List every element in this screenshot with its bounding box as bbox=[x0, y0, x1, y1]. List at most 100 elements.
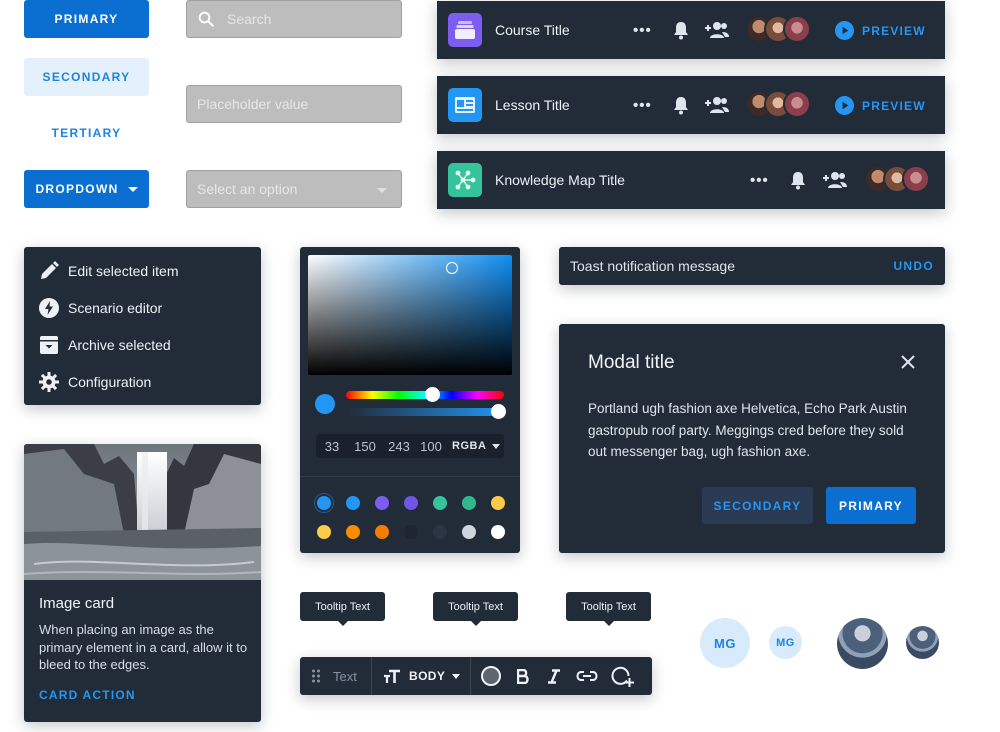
gear-icon bbox=[38, 371, 60, 393]
card-action-button[interactable]: CARD ACTION bbox=[39, 688, 136, 702]
course-icon bbox=[448, 13, 482, 47]
alpha-slider-handle[interactable] bbox=[491, 404, 506, 419]
select-input[interactable]: Select an option bbox=[186, 170, 402, 208]
alpha-slider[interactable] bbox=[346, 408, 504, 416]
pencil-icon bbox=[38, 260, 60, 282]
color-swatch[interactable] bbox=[433, 525, 447, 539]
add-user-icon[interactable] bbox=[705, 21, 729, 39]
color-swatch[interactable] bbox=[491, 525, 505, 539]
modal-primary-button[interactable]: PRIMARY bbox=[826, 487, 916, 524]
bold-icon[interactable] bbox=[517, 668, 529, 684]
menu-item-archive[interactable]: Archive selected bbox=[38, 334, 171, 356]
avatar-photo-large bbox=[837, 618, 888, 669]
more-icon[interactable]: ••• bbox=[750, 172, 769, 189]
secondary-button[interactable]: SECONDARY bbox=[24, 58, 149, 96]
text-input[interactable]: Placeholder value bbox=[186, 85, 402, 123]
dropdown-button-label: DROPDOWN bbox=[35, 182, 119, 196]
color-mode-select[interactable]: RGBA bbox=[452, 440, 501, 452]
collaborator-avatars[interactable] bbox=[745, 15, 811, 43]
menu-item-label: Archive selected bbox=[68, 337, 171, 353]
color-swatch[interactable] bbox=[346, 496, 360, 510]
color-swatch[interactable] bbox=[375, 525, 389, 539]
knowledge-map-title-bar: Knowledge Map Title ••• bbox=[437, 151, 945, 209]
collaborator-avatars[interactable] bbox=[745, 90, 811, 118]
toast-notification: Toast notification message UNDO bbox=[559, 247, 945, 285]
bolt-icon bbox=[38, 297, 60, 319]
add-user-icon[interactable] bbox=[705, 96, 729, 114]
alpha-value[interactable]: 100 bbox=[416, 439, 446, 454]
saturation-handle[interactable] bbox=[446, 262, 458, 274]
red-value[interactable]: 33 bbox=[316, 439, 348, 454]
avatar-initials-small: MG bbox=[769, 626, 802, 659]
close-icon[interactable] bbox=[901, 355, 915, 369]
bell-icon[interactable] bbox=[789, 171, 807, 190]
color-swatch[interactable] bbox=[317, 496, 331, 510]
drag-handle-icon[interactable] bbox=[312, 669, 320, 683]
undo-button[interactable]: UNDO bbox=[893, 259, 934, 273]
chevron-down-icon bbox=[452, 673, 461, 679]
toast-message: Toast notification message bbox=[570, 258, 735, 274]
italic-icon[interactable] bbox=[548, 668, 561, 684]
text-color-button[interactable] bbox=[481, 666, 502, 686]
text-style-select[interactable]: BODY bbox=[383, 669, 461, 684]
knowledge-map-title: Knowledge Map Title bbox=[495, 172, 625, 188]
search-placeholder: Search bbox=[227, 11, 272, 27]
hue-slider-handle[interactable] bbox=[425, 387, 441, 402]
color-swatch[interactable] bbox=[375, 496, 389, 510]
green-value[interactable]: 150 bbox=[348, 439, 382, 454]
dropdown-button[interactable]: DROPDOWN bbox=[24, 170, 149, 208]
avatar bbox=[783, 90, 811, 118]
color-swatch[interactable] bbox=[404, 496, 418, 510]
avatar bbox=[783, 15, 811, 43]
link-icon[interactable] bbox=[576, 670, 598, 682]
preview-label: PREVIEW bbox=[862, 98, 926, 113]
menu-item-configuration[interactable]: Configuration bbox=[38, 371, 151, 393]
tooltip: Tooltip Text bbox=[300, 592, 385, 626]
color-swatch[interactable] bbox=[491, 496, 505, 510]
add-user-icon[interactable] bbox=[823, 171, 847, 189]
play-icon bbox=[835, 21, 854, 40]
chevron-down-icon bbox=[492, 443, 501, 449]
saturation-area[interactable] bbox=[308, 255, 512, 375]
select-placeholder: Select an option bbox=[197, 181, 298, 197]
tooltip: Tooltip Text bbox=[433, 592, 518, 626]
color-picker: 33 150 243 100 RGBA bbox=[300, 247, 520, 553]
menu-item-label: Scenario editor bbox=[68, 300, 163, 316]
image-card: Image card When placing an image as the … bbox=[24, 444, 261, 722]
color-swatch[interactable] bbox=[404, 525, 418, 539]
divider bbox=[371, 657, 372, 695]
tooltip: Tooltip Text bbox=[566, 592, 651, 626]
color-swatch[interactable] bbox=[462, 496, 476, 510]
formatting-toolbar: Text BODY bbox=[300, 657, 652, 695]
color-swatch[interactable] bbox=[433, 496, 447, 510]
menu-item-scenario[interactable]: Scenario editor bbox=[38, 297, 162, 319]
color-mode-label: RGBA bbox=[452, 440, 487, 452]
modal-secondary-button[interactable]: SECONDARY bbox=[702, 487, 813, 524]
menu-item-label: Configuration bbox=[68, 374, 152, 390]
lesson-title-bar: Lesson Title ••• PREVIEW bbox=[437, 76, 945, 134]
archive-icon bbox=[38, 334, 60, 356]
bell-icon[interactable] bbox=[672, 96, 690, 115]
knowledge-map-icon bbox=[448, 163, 482, 197]
color-swatch[interactable] bbox=[346, 525, 360, 539]
color-swatch[interactable] bbox=[462, 525, 476, 539]
color-swatch[interactable] bbox=[317, 525, 331, 539]
add-comment-icon[interactable] bbox=[611, 664, 635, 688]
bell-icon[interactable] bbox=[672, 21, 690, 40]
tertiary-button[interactable]: TERTIARY bbox=[24, 114, 149, 152]
preview-button[interactable]: PREVIEW bbox=[835, 96, 926, 115]
toolbar-text-label: Text bbox=[333, 668, 357, 684]
more-icon[interactable]: ••• bbox=[633, 97, 652, 114]
primary-button[interactable]: PRIMARY bbox=[24, 0, 149, 38]
preview-button[interactable]: PREVIEW bbox=[835, 21, 926, 40]
chevron-down-icon bbox=[127, 186, 138, 192]
blue-value[interactable]: 243 bbox=[382, 439, 416, 454]
text-input-placeholder: Placeholder value bbox=[197, 96, 309, 112]
menu-item-label: Edit selected item bbox=[68, 263, 179, 279]
modal-title: Modal title bbox=[588, 352, 675, 373]
selected-color-preview bbox=[315, 394, 335, 414]
menu-item-edit[interactable]: Edit selected item bbox=[38, 260, 179, 282]
more-icon[interactable]: ••• bbox=[633, 22, 652, 39]
search-input[interactable]: Search bbox=[186, 0, 402, 38]
collaborator-avatars[interactable] bbox=[864, 165, 930, 193]
